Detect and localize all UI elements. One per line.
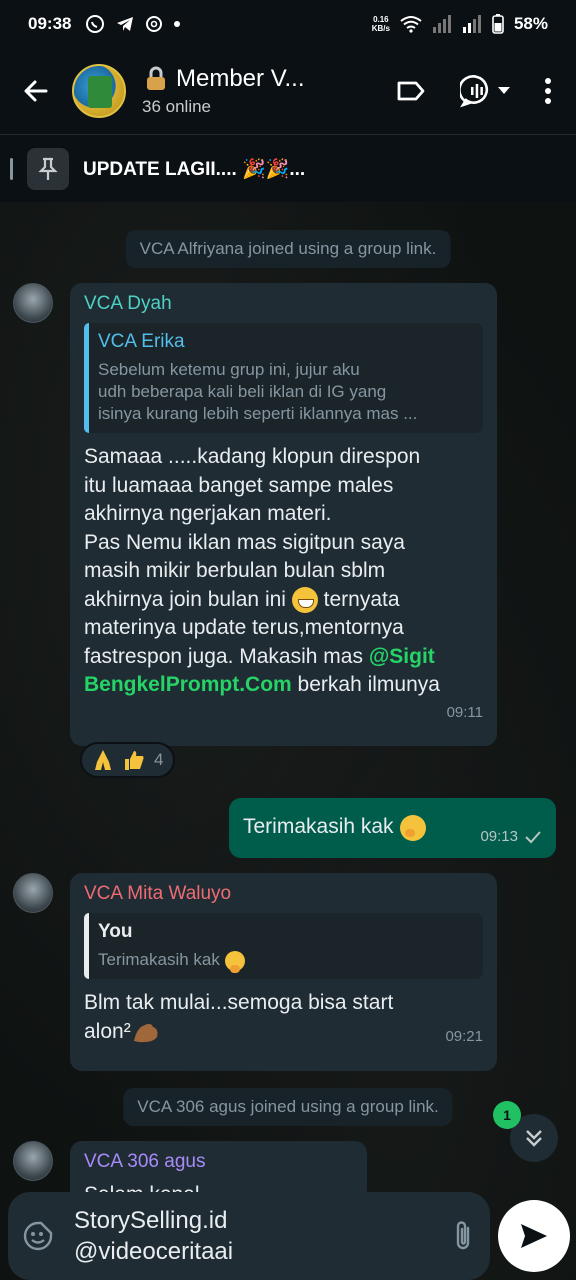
caret-down-icon <box>498 87 510 94</box>
pin-icon <box>38 157 58 180</box>
voice-chat-icon <box>460 75 489 108</box>
message-time: 09:11 <box>446 703 483 721</box>
message-text: Samaaa .....kadang klopun direspon itu l… <box>84 445 440 696</box>
group-info[interactable]: Member V... 36 online <box>142 65 396 117</box>
pinned-message-bar[interactable]: UPDATE LAGII.... 🎉🎉... <box>0 134 576 202</box>
message-input-bar[interactable]: StorySelling.id @videoceritaai <box>8 1192 490 1280</box>
avatar[interactable] <box>13 283 53 323</box>
sender-name[interactable]: VCA 306 agus <box>84 1151 353 1173</box>
net-speed: 0.16 KB/s <box>371 15 390 33</box>
label-icon[interactable] <box>396 79 426 103</box>
message-text: Terimakasih kak <box>243 815 394 839</box>
quoted-sender: You <box>98 921 133 942</box>
threads-icon <box>146 16 163 32</box>
battery-level: 58% <box>513 14 548 33</box>
send-icon <box>521 1224 547 1248</box>
outgoing-message-bubble[interactable]: Terimakasih kak 09:13 <box>229 798 556 858</box>
group-avatar[interactable] <box>72 64 126 118</box>
flexed-biceps-emoji-icon <box>133 1023 158 1043</box>
message-time: 09:13 <box>480 828 518 845</box>
grin-emoji-icon <box>291 586 318 613</box>
lock-icon <box>147 66 165 90</box>
group-title: Member V... <box>176 65 305 92</box>
shy-emoji-icon <box>399 814 426 841</box>
message-input[interactable]: StorySelling.id @videoceritaai <box>54 1205 450 1267</box>
voice-chat-button[interactable] <box>460 74 510 108</box>
back-button[interactable] <box>0 77 72 105</box>
quoted-sender: VCA Erika <box>98 331 185 352</box>
quoted-message[interactable]: You Terimakasih kak <box>84 913 483 979</box>
sender-name[interactable]: VCA Mita Waluyo <box>84 883 483 905</box>
sender-name[interactable]: VCA Dyah <box>84 293 483 315</box>
attach-icon[interactable] <box>450 1219 476 1253</box>
system-message: VCA Alfriyana joined using a group link. <box>125 230 451 268</box>
pinned-text: UPDATE LAGII.... 🎉🎉... <box>83 158 306 180</box>
read-check-icon <box>525 830 541 843</box>
avatar[interactable] <box>13 1141 53 1181</box>
system-message: VCA 306 agus joined using a group link. <box>123 1088 453 1126</box>
chat-header: Member V... 36 online <box>0 48 576 134</box>
reactions[interactable]: 4 <box>80 742 176 778</box>
quoted-message[interactable]: VCA Erika Sebelum ketemu grup ini, jujur… <box>84 323 483 433</box>
shy-emoji-icon <box>224 950 245 973</box>
pin-thumbnail <box>27 147 69 190</box>
battery-icon <box>492 14 504 34</box>
telegram-icon <box>117 17 134 31</box>
double-chevron-down-icon <box>526 1130 542 1147</box>
online-count: 36 online <box>142 97 212 116</box>
thumbs-up-emoji-icon <box>125 751 144 770</box>
quoted-text: Sebelum ketemu grup ini, jujur aku udh b… <box>98 360 418 423</box>
message-bubble[interactable]: VCA Mita Waluyo You Terimakasih kak Blm … <box>70 873 497 1071</box>
pin-indicator <box>10 157 13 180</box>
message-bubble[interactable]: VCA Dyah VCA Erika Sebelum ketemu grup i… <box>70 283 497 746</box>
reaction-count: 4 <box>154 750 164 769</box>
whatsapp-icon <box>86 15 105 33</box>
signal-icon <box>432 15 451 33</box>
quoted-text: Terimakasih kak <box>98 949 473 973</box>
status-time: 09:38 <box>28 14 72 33</box>
status-bar: 09:38 0.16 KB/s 58% <box>0 0 576 48</box>
dot-icon <box>174 21 181 27</box>
unread-badge: 1 <box>493 1101 521 1129</box>
arrow-left-icon <box>24 80 48 102</box>
sticker-icon[interactable] <box>22 1220 54 1252</box>
more-vert-icon[interactable] <box>544 77 552 105</box>
send-button[interactable] <box>498 1200 570 1272</box>
signal-icon-2 <box>462 15 481 33</box>
avatar[interactable] <box>13 873 53 913</box>
pray-emoji-icon <box>95 750 111 770</box>
wifi-icon <box>400 16 422 33</box>
